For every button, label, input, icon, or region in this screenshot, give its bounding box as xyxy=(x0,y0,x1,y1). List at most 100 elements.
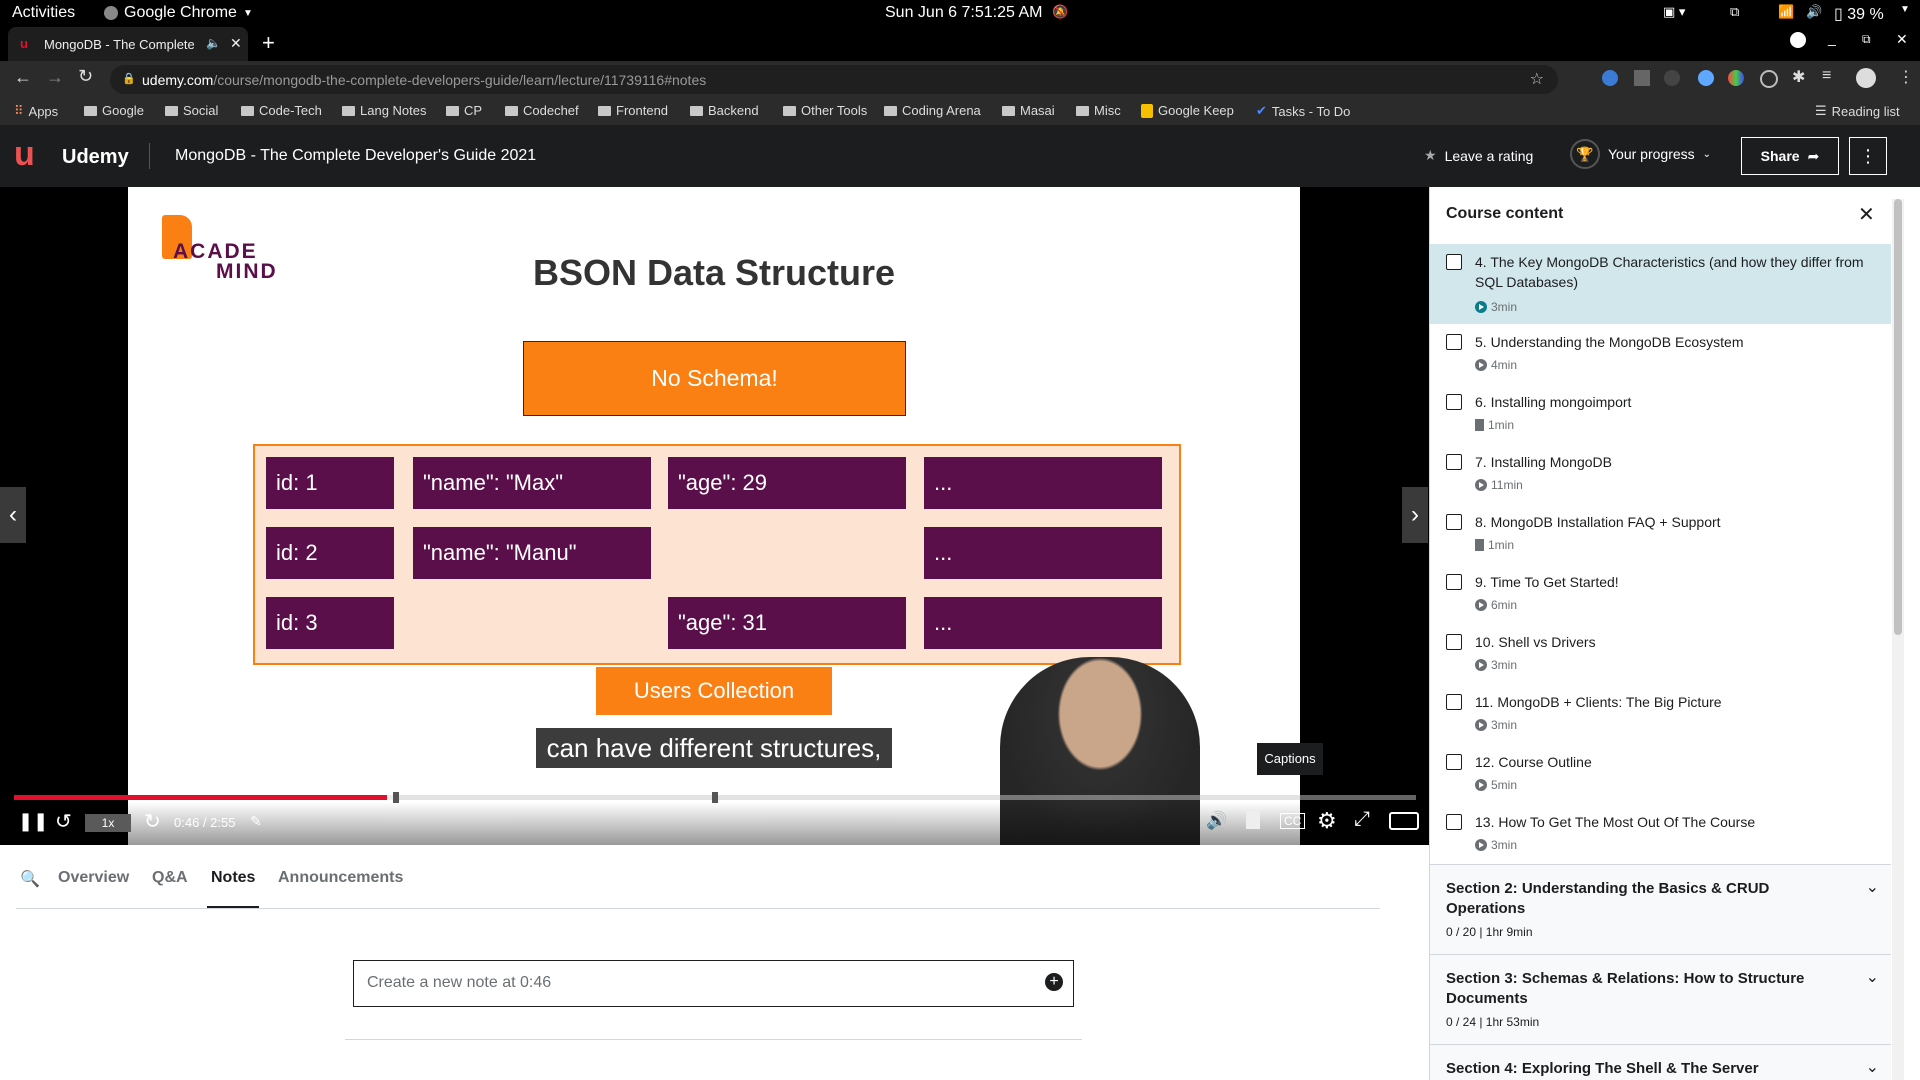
lecture-checkbox[interactable] xyxy=(1446,394,1462,410)
share-button[interactable]: Share ➦ xyxy=(1741,137,1839,175)
lecture-checkbox[interactable] xyxy=(1446,754,1462,770)
lecture-checkbox[interactable] xyxy=(1446,254,1462,270)
indicator-icon[interactable]: ▣ ▾ xyxy=(1663,4,1685,20)
bookmark-folder[interactable]: Other Tools xyxy=(783,103,867,118)
minimize-icon[interactable]: _ xyxy=(1828,30,1836,46)
settings-gear-icon[interactable]: ⚙ xyxy=(1317,808,1337,834)
lecture-checkbox[interactable] xyxy=(1446,814,1462,830)
volume-icon[interactable]: 🔊 xyxy=(1206,811,1227,831)
extension-react-icon[interactable] xyxy=(1602,70,1618,86)
system-menu-chevron-icon[interactable]: ▼ xyxy=(1900,4,1910,15)
forward-icon[interactable]: ↻ xyxy=(144,809,161,834)
lecture-checkbox[interactable] xyxy=(1446,574,1462,590)
bookmark-apps[interactable]: ⠿ Apps xyxy=(14,103,58,119)
bookmark-folder[interactable]: Code-Tech xyxy=(241,103,322,118)
transcript-icon[interactable] xyxy=(1246,811,1260,829)
bookmark-folder[interactable]: Misc xyxy=(1076,103,1121,118)
rewind-icon[interactable]: ↺ xyxy=(55,809,72,834)
bookmark-folder[interactable]: Frontend xyxy=(598,103,668,118)
tab-announcements[interactable]: Announcements xyxy=(278,869,403,887)
bookmark-folder[interactable]: CP xyxy=(446,103,482,118)
bookmark-folder[interactable]: Social xyxy=(165,103,218,118)
bookmark-tasks[interactable]: ✔ Tasks - To Do xyxy=(1256,103,1350,119)
profile-avatar[interactable] xyxy=(1856,68,1876,88)
lecture-item[interactable]: 4. The Key MongoDB Characteristics (and … xyxy=(1430,244,1891,324)
extension-icon[interactable] xyxy=(1634,70,1650,86)
bookmark-google-keep[interactable]: Google Keep xyxy=(1141,103,1234,118)
udemy-logo-text[interactable]: Udemy xyxy=(62,146,129,169)
lecture-checkbox[interactable] xyxy=(1446,634,1462,650)
lecture-item[interactable]: 8. MongoDB Installation FAQ + Support 1m… xyxy=(1430,504,1891,564)
bookmark-folder[interactable]: Coding Arena xyxy=(884,103,981,118)
audio-playing-icon[interactable]: 🔈 xyxy=(206,36,221,50)
volume-icon[interactable]: 🔊 xyxy=(1806,4,1822,20)
display-icon[interactable]: ⧉ xyxy=(1730,4,1739,20)
extension-bug-icon[interactable] xyxy=(1664,70,1680,86)
leave-rating-button[interactable]: ★ Leave a rating xyxy=(1424,147,1533,164)
activities-button[interactable]: Activities xyxy=(12,4,75,22)
lecture-checkbox[interactable] xyxy=(1446,514,1462,530)
tab-qa[interactable]: Q&A xyxy=(152,869,188,887)
captions-icon[interactable]: CC xyxy=(1280,813,1306,829)
course-title[interactable]: MongoDB - The Complete Developer's Guide… xyxy=(175,147,536,165)
add-circle-icon[interactable]: + xyxy=(1045,973,1063,991)
bookmark-folder[interactable]: Backend xyxy=(690,103,759,118)
lecture-item[interactable]: 7. Installing MongoDB 11min xyxy=(1430,444,1891,504)
playback-speed-button[interactable]: 1x xyxy=(85,814,131,832)
close-tab-icon[interactable]: ✕ xyxy=(230,35,242,52)
wifi-icon[interactable]: 📶 xyxy=(1778,4,1794,20)
extensions-puzzle-icon[interactable]: ✱ xyxy=(1792,67,1805,87)
lecture-item[interactable]: 10. Shell vs Drivers 3min xyxy=(1430,624,1891,684)
lecture-item[interactable]: 6. Installing mongoimport 1min xyxy=(1430,384,1891,444)
lecture-item[interactable]: 5. Understanding the MongoDB Ecosystem 4… xyxy=(1430,324,1891,384)
scrollbar-thumb[interactable] xyxy=(1894,199,1902,635)
expand-theater-icon[interactable] xyxy=(1389,812,1419,830)
bookmark-folder[interactable]: Google xyxy=(84,103,144,118)
next-lecture-icon[interactable]: › xyxy=(1402,487,1428,543)
pause-icon[interactable]: ❚❚ xyxy=(18,811,48,832)
section-header[interactable]: Section 3: Schemas & Relations: How to S… xyxy=(1430,954,1891,1045)
lecture-item[interactable]: 13. How To Get The Most Out Of The Cours… xyxy=(1430,804,1891,864)
lecture-checkbox[interactable] xyxy=(1446,454,1462,470)
previous-lecture-icon[interactable]: ‹ xyxy=(0,487,26,543)
section-header[interactable]: Section 2: Understanding the Basics & CR… xyxy=(1430,864,1891,955)
lecture-checkbox[interactable] xyxy=(1446,694,1462,710)
media-control-icon[interactable]: ≡ xyxy=(1822,67,1831,85)
address-bar[interactable]: 🔒 udemy.com/course/mongodb-the-complete-… xyxy=(110,65,1558,94)
fullscreen-icon[interactable]: ⤢ xyxy=(1354,808,1370,831)
new-note-input[interactable]: Create a new note at 0:46 + xyxy=(353,960,1074,1007)
tab-notes[interactable]: Notes xyxy=(211,869,255,887)
battery-indicator[interactable]: ▯ 39 % xyxy=(1834,4,1884,24)
tab-overview[interactable]: Overview xyxy=(58,869,129,887)
lecture-item[interactable]: 12. Course Outline 5min xyxy=(1430,744,1891,804)
video-player[interactable]: ACADE MIND BSON Data Structure No Schema… xyxy=(0,187,1429,845)
close-sidebar-icon[interactable]: ✕ xyxy=(1858,202,1875,227)
app-menu[interactable]: Google Chrome ▼ xyxy=(104,4,253,22)
new-tab-icon[interactable]: + xyxy=(262,30,275,56)
extension-color-icon[interactable] xyxy=(1728,70,1744,86)
progress-button[interactable]: 🏆 Your progress ⌄ xyxy=(1570,139,1711,169)
reload-icon[interactable]: ↻ xyxy=(78,66,93,87)
bookmark-folder[interactable]: Masai xyxy=(1002,103,1055,118)
sidebar-scrollbar[interactable] xyxy=(1892,199,1904,1080)
reading-list-button[interactable]: ☰ Reading list xyxy=(1815,103,1900,119)
forward-icon[interactable]: → xyxy=(46,67,64,88)
udemy-logo-icon[interactable]: u xyxy=(14,137,35,171)
lecture-item[interactable]: 9. Time To Get Started! 6min xyxy=(1430,564,1891,624)
extension-target-icon[interactable] xyxy=(1760,70,1778,88)
bookmark-star-icon[interactable]: ☆ xyxy=(1530,69,1544,89)
section-header[interactable]: Section 4: Exploring The Shell & The Ser… xyxy=(1430,1044,1891,1080)
close-window-icon[interactable]: ✕ xyxy=(1896,31,1908,48)
clock[interactable]: Sun Jun 6 7:51:25 AM xyxy=(885,4,1042,22)
back-icon[interactable]: ← xyxy=(14,67,32,88)
lecture-item[interactable]: 11. MongoDB + Clients: The Big Picture 3… xyxy=(1430,684,1891,744)
more-options-icon[interactable]: ⋮ xyxy=(1849,137,1887,175)
tab-search-icon[interactable] xyxy=(1790,32,1806,48)
search-icon[interactable]: 🔍 xyxy=(20,869,40,889)
browser-tab[interactable]: u MongoDB - The Complete 🔈 ✕ xyxy=(8,27,248,61)
bookmark-folder[interactable]: Lang Notes xyxy=(342,103,427,118)
lecture-checkbox[interactable] xyxy=(1446,334,1462,350)
restore-icon[interactable]: ⧉ xyxy=(1862,32,1871,47)
bookmark-folder[interactable]: Codechef xyxy=(505,103,579,118)
extension-circle-icon[interactable] xyxy=(1698,70,1714,86)
